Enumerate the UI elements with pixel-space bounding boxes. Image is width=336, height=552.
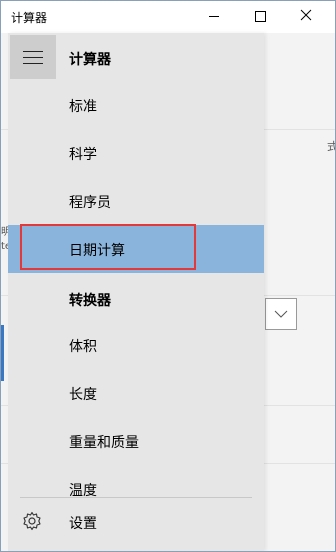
calculator-window: 计算器 式 明 te [0, 0, 336, 552]
nav-item-programmer[interactable]: 程序员 [8, 177, 264, 225]
nav-item-label: 温度 [69, 483, 97, 497]
nav-item-label: 程序员 [69, 195, 111, 211]
nav-item-label: 科学 [69, 147, 97, 163]
dropdown-select[interactable] [265, 298, 297, 330]
title-bar: 计算器 [1, 1, 335, 33]
close-icon [300, 9, 312, 21]
gear-icon [23, 511, 41, 531]
divider [20, 497, 252, 498]
nav-item-standard[interactable]: 标准 [8, 81, 264, 129]
hamburger-icon [23, 57, 43, 58]
nav-item-label: 标准 [69, 99, 97, 115]
nav-header-converter: 转换器 [69, 293, 111, 309]
hamburger-icon [23, 51, 43, 52]
window-title: 计算器 [11, 11, 48, 25]
settings-button[interactable]: 设置 [8, 501, 264, 541]
close-button[interactable] [283, 1, 329, 33]
maximize-button[interactable] [237, 1, 283, 33]
minimize-button[interactable] [191, 1, 237, 33]
hamburger-menu-button[interactable] [10, 35, 56, 79]
nav-item-label: 体积 [69, 339, 97, 355]
chevron-down-icon [274, 310, 288, 318]
nav-item-volume[interactable]: 体积 [8, 321, 264, 369]
nav-item-temperature[interactable]: 温度 [8, 465, 264, 497]
nav-item-label: 重量和质量 [69, 435, 139, 451]
nav-item-label: 长度 [69, 387, 97, 403]
navigation-pane: 计算器 标准 科学 程序员 日期计算 转换器 体积 长度 重量和质量 温度 设置 [8, 33, 264, 551]
maximize-icon [255, 11, 266, 22]
background-text: 式 [327, 138, 335, 154]
nav-item-weight-mass[interactable]: 重量和质量 [8, 417, 264, 465]
highlight-box [20, 224, 196, 270]
nav-header-calculator: 计算器 [69, 52, 111, 68]
hamburger-icon [23, 63, 43, 64]
nav-item-length[interactable]: 长度 [8, 369, 264, 417]
settings-label: 设置 [69, 516, 97, 532]
minimize-icon [209, 16, 219, 17]
nav-item-scientific[interactable]: 科学 [8, 129, 264, 177]
accent-bar [1, 325, 4, 381]
